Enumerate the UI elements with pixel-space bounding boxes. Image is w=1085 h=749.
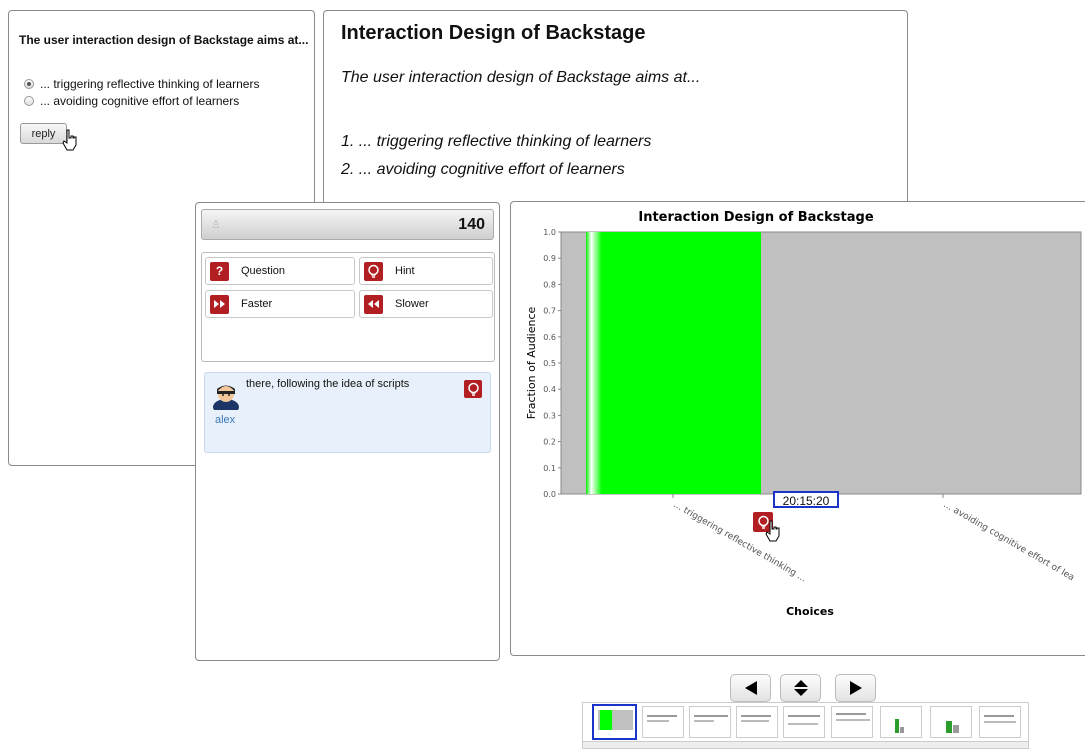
reply-button[interactable]: reply [20, 123, 67, 144]
radio-button[interactable] [24, 96, 34, 106]
up-down-icon [793, 680, 808, 696]
slide-thumbnail[interactable] [930, 706, 972, 738]
bars [586, 232, 761, 494]
quiz-option-label: ... avoiding cognitive effort of learner… [40, 94, 240, 108]
faster-label: Faster [241, 298, 273, 310]
slide-option: 2. ... avoiding cognitive effort of lear… [341, 161, 625, 178]
y-tick-label: 0.7 [543, 307, 556, 316]
participant-count: 140 [458, 216, 485, 233]
y-tick-label: 0.4 [543, 385, 556, 394]
slide-question: The user interaction design of Backstage… [341, 69, 701, 86]
y-tick-label: 0.0 [543, 490, 556, 499]
y-axis: 0.0 0.1 0.2 0.3 0.4 0.5 0.6 0.7 0.8 0.9 1.0 [543, 228, 561, 499]
chart-panel: Interaction Design of Backstage 0.0 0.1 0.… [510, 201, 1085, 656]
y-tick-label: 0.3 [543, 411, 556, 420]
slide-thumbnail-strip[interactable] [582, 702, 1029, 749]
y-tick-label: 0.5 [543, 359, 556, 368]
slide-thumbnail[interactable] [783, 706, 825, 738]
fast-forward-icon [210, 294, 229, 314]
right-triangle-icon [849, 681, 862, 695]
left-triangle-icon [744, 681, 757, 695]
slide-thumbnail[interactable] [689, 706, 731, 738]
bulb-icon [364, 261, 383, 281]
slower-label: Slower [395, 298, 429, 310]
slide-thumbnail[interactable] [642, 706, 684, 738]
hint-button[interactable]: Hint [359, 257, 493, 285]
slide-thumbnail[interactable] [736, 706, 778, 738]
chart-bar [586, 232, 761, 494]
slide-thumbnail[interactable] [880, 706, 922, 738]
slide-option: 1. ... triggering reflective thinking of… [341, 133, 652, 150]
slide-thumbnail[interactable] [979, 706, 1021, 738]
action-buttons: ? Question Hint Faster Slower [201, 252, 495, 362]
thumbnail-scrollbar[interactable] [583, 741, 1028, 748]
hand-cursor-icon [765, 520, 780, 542]
question-button[interactable]: ? Question [205, 257, 355, 285]
y-tick-label: 0.1 [543, 464, 556, 473]
rewind-icon [364, 294, 383, 314]
quiz-option-label: ... triggering reflective thinking of le… [40, 77, 260, 91]
quiz-option-1[interactable]: ... triggering reflective thinking of le… [24, 77, 259, 91]
message-text: there, following the idea of scripts [246, 378, 410, 390]
x-tick-label: ... avoiding cognitive effort of lea [942, 500, 1076, 583]
y-axis-label: Fraction of Audience [525, 306, 538, 419]
chart-title: Interaction Design of Backstage [638, 210, 873, 225]
user-icon: ♙ [211, 219, 221, 231]
y-tick-label: 0.8 [543, 280, 556, 289]
x-axis: ... triggering reflective thinking .....… [672, 494, 1076, 584]
radio-button-selected[interactable] [24, 79, 34, 89]
slide-thumbnail-active[interactable] [592, 704, 637, 740]
y-tick-label: 0.9 [543, 254, 556, 263]
slower-button[interactable]: Slower [359, 290, 493, 318]
avatar [213, 385, 239, 410]
backchannel-header: ♙ 140 [201, 209, 494, 240]
question-icon: ? [210, 261, 229, 281]
message-card[interactable]: alex there, following the idea of script… [204, 372, 491, 453]
y-tick-label: 0.2 [543, 438, 556, 447]
faster-button[interactable]: Faster [205, 290, 355, 318]
message-author[interactable]: alex [215, 414, 235, 426]
quiz-question: The user interaction design of Backstage… [19, 33, 309, 47]
y-tick-label: 0.6 [543, 333, 556, 342]
hand-cursor-icon [62, 129, 77, 151]
bulb-icon[interactable] [464, 380, 482, 398]
hint-label: Hint [395, 265, 415, 277]
x-tick-label: ... triggering reflective thinking ... [672, 500, 808, 584]
next-slide-button[interactable] [835, 674, 876, 702]
question-label: Question [241, 265, 286, 277]
toggle-view-button[interactable] [780, 674, 821, 702]
y-tick-label: 1.0 [543, 228, 556, 237]
slide-panel: Interaction Design of Backstage The user… [323, 10, 908, 210]
quiz-option-2[interactable]: ... avoiding cognitive effort of learner… [24, 94, 239, 108]
backchannel-panel: ♙ 140 ? Question Hint Faster Slower alex… [195, 202, 500, 661]
bar-chart: Interaction Design of Backstage 0.00.10.… [525, 210, 1082, 618]
previous-slide-button[interactable] [730, 674, 771, 702]
x-axis-label: Choices [786, 605, 834, 618]
slide-title: Interaction Design of Backstage [341, 22, 646, 44]
time-label: 20:15:20 [773, 491, 839, 508]
slide-thumbnail[interactable] [831, 706, 873, 738]
